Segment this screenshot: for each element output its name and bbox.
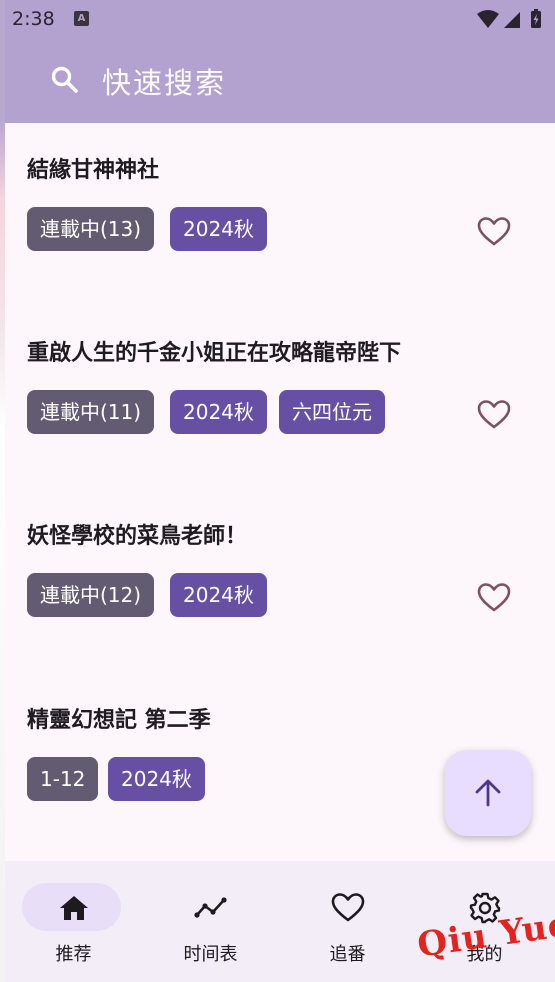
heart-icon: [331, 893, 364, 922]
scroll-to-top-button[interactable]: [445, 750, 531, 836]
nav-item-recommend[interactable]: 推荐: [5, 861, 142, 982]
nav-label: 时间表: [183, 944, 238, 965]
search-input[interactable]: 快速搜索: [102, 60, 226, 102]
arrow-up-icon: [475, 779, 501, 807]
list-item[interactable]: 重啟人生的千金小姐正在攻略龍帝陛下 連載中(11) 2024秋 六四位元: [5, 335, 555, 485]
status-time: 2:38: [12, 8, 55, 30]
anime-title: 妖怪學校的菜鳥老師！: [27, 524, 248, 549]
timeline-icon: [193, 897, 227, 918]
status-icons: [477, 8, 545, 28]
season-chip[interactable]: 2024秋: [170, 573, 267, 617]
favorite-heart-icon[interactable]: [477, 582, 511, 614]
top-app-bar: 2:38 A 快速搜索: [5, 0, 555, 123]
list-item[interactable]: 妖怪學校的菜鳥老師！ 連載中(12) 2024秋: [5, 518, 555, 668]
season-chip[interactable]: 2024秋: [170, 390, 267, 434]
status-chip[interactable]: 連載中(11): [27, 390, 155, 434]
nav-item-following[interactable]: 追番: [279, 861, 416, 982]
anime-title: 結緣甘神神社: [27, 158, 160, 183]
battery-icon: [531, 9, 541, 28]
list-item[interactable]: 結緣甘神神社 連載中(13) 2024秋: [5, 152, 555, 302]
favorite-heart-icon[interactable]: [477, 399, 511, 431]
anime-title: 重啟人生的千金小姐正在攻略龍帝陛下: [27, 341, 402, 366]
episode-range-chip[interactable]: 1-12: [27, 757, 99, 801]
signal-icon: [504, 12, 520, 28]
notification-icon: A: [74, 11, 89, 26]
studio-chip[interactable]: 六四位元: [279, 390, 385, 434]
nav-label: 追番: [329, 944, 366, 965]
anime-title: 精靈幻想記 第二季: [27, 708, 211, 733]
search-icon[interactable]: [49, 64, 81, 96]
home-icon: [59, 896, 88, 920]
favorite-heart-icon[interactable]: [477, 216, 511, 248]
app-screen: 2:38 A 快速搜索 結緣甘神神社 連載中(13) 2024秋 重啟人生的千金…: [5, 0, 555, 982]
season-chip[interactable]: 2024秋: [170, 207, 267, 251]
season-chip[interactable]: 2024秋: [108, 757, 205, 801]
nav-label: 推荐: [55, 944, 92, 965]
wifi-icon: [477, 10, 499, 28]
nav-item-schedule[interactable]: 时间表: [142, 861, 279, 982]
status-chip[interactable]: 連載中(13): [27, 207, 155, 251]
status-chip[interactable]: 連載中(12): [27, 573, 155, 617]
